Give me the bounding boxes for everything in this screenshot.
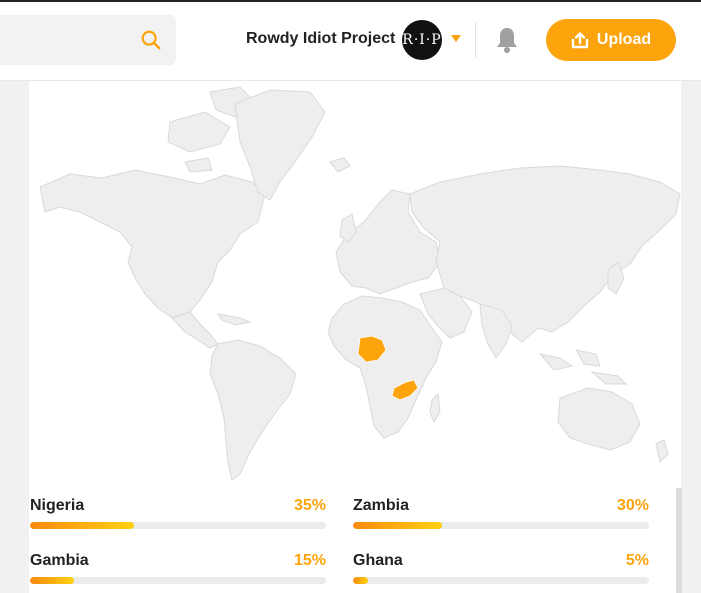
world-map (40, 86, 681, 481)
map-africa (327, 295, 443, 439)
map-south-america (209, 339, 297, 481)
map-southeast-asia-islands (538, 349, 628, 385)
map-australia (557, 387, 641, 451)
stat-bar (353, 577, 649, 584)
stat-ghana: Ghana 5% (353, 552, 649, 592)
map-central-america (171, 311, 219, 349)
stat-country: Ghana (353, 552, 403, 569)
stat-nigeria: Nigeria 35% (30, 497, 326, 537)
caret-down-icon[interactable] (451, 35, 461, 43)
search-input[interactable] (0, 15, 176, 65)
search-icon[interactable] (140, 29, 162, 51)
scrollbar[interactable] (676, 488, 682, 593)
map-north-america (40, 169, 266, 319)
map-new-zealand (655, 439, 669, 463)
avatar[interactable]: R·I·P (402, 20, 442, 60)
upload-label: Upload (596, 31, 652, 48)
upload-icon (571, 32, 589, 49)
stat-country: Zambia (353, 497, 410, 514)
stat-bar (353, 522, 649, 529)
project-name[interactable]: Rowdy Idiot Project (246, 30, 395, 48)
map-iceland (329, 157, 351, 173)
stat-gambia: Gambia 15% (30, 552, 326, 592)
top-header: Rowdy Idiot Project R·I·P Upload (0, 0, 701, 81)
stat-bar-fill (353, 522, 442, 529)
bell-icon[interactable] (495, 26, 519, 54)
header-divider (475, 22, 476, 58)
stat-country: Gambia (30, 552, 89, 569)
stat-bar (30, 522, 326, 529)
stat-bar-fill (30, 577, 75, 584)
map-caribbean (216, 313, 252, 326)
stat-bar (30, 577, 326, 584)
stat-country: Nigeria (30, 497, 85, 514)
stat-percent: 30% (616, 497, 649, 514)
stat-bar-fill (30, 522, 134, 529)
stat-percent: 5% (625, 552, 649, 569)
upload-button[interactable]: Upload (546, 19, 676, 61)
stat-percent: 35% (293, 497, 326, 514)
stat-zambia: Zambia 30% (353, 497, 649, 537)
stat-bar-fill (353, 577, 368, 584)
stat-percent: 15% (293, 552, 326, 569)
map-madagascar (429, 392, 441, 424)
